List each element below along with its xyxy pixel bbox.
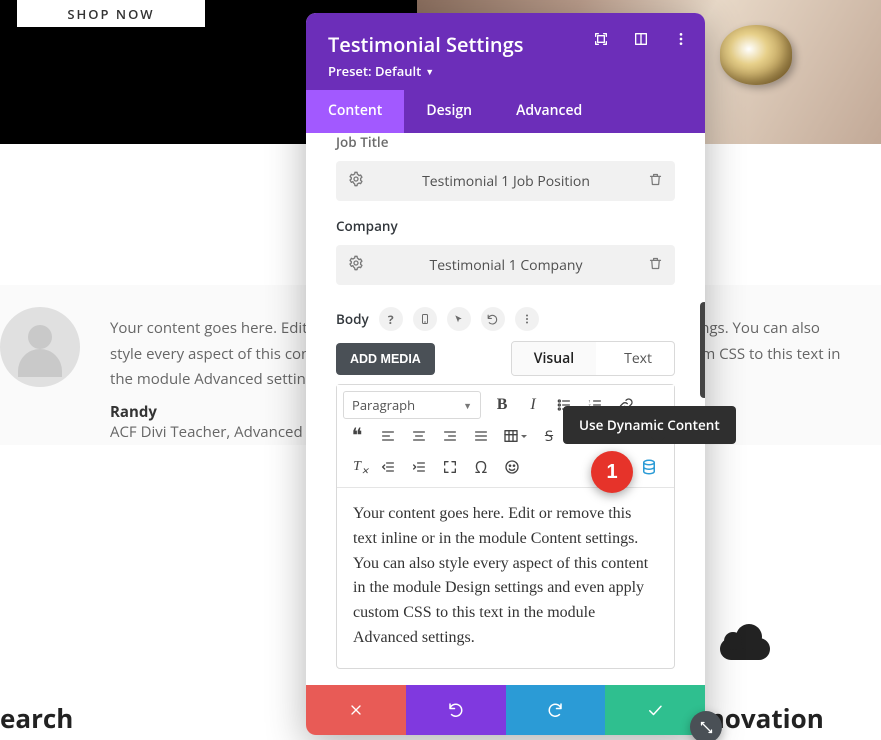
trash-icon[interactable] <box>648 170 663 192</box>
fullscreen-icon[interactable] <box>436 453 464 481</box>
dynamic-content-tooltip: Use Dynamic Content <box>563 406 736 444</box>
modal-tabs: Content Design Advanced <box>306 90 705 133</box>
align-center-icon[interactable] <box>405 422 433 450</box>
help-icon[interactable]: ? <box>379 307 403 331</box>
paragraph-format-select[interactable]: Paragraph ▼ <box>343 391 481 419</box>
strikethrough-icon[interactable]: S <box>535 422 563 450</box>
undo-icon[interactable] <box>481 307 505 331</box>
dynamic-content-icon[interactable] <box>640 458 658 476</box>
tab-visual[interactable]: Visual <box>512 342 596 375</box>
job-title-field[interactable]: Testimonial 1 Job Position <box>336 161 675 201</box>
testimonial-author-name: Randy <box>110 402 157 422</box>
gear-icon[interactable] <box>348 254 364 276</box>
body-label-row: Body ? <box>336 307 675 331</box>
special-char-icon[interactable]: Ω <box>467 453 495 481</box>
ring-image <box>720 25 792 85</box>
editor-content-area[interactable]: Your content goes here. Edit or remove t… <box>337 488 674 668</box>
align-justify-icon[interactable] <box>467 422 495 450</box>
bold-icon[interactable]: B <box>488 391 516 419</box>
outdent-icon[interactable] <box>374 453 402 481</box>
expand-icon[interactable] <box>593 31 609 47</box>
cloud-icon <box>720 638 770 660</box>
blockquote-icon[interactable]: ❝ <box>343 422 371 450</box>
align-left-icon[interactable] <box>374 422 402 450</box>
label-company: Company <box>336 217 675 235</box>
company-value: Testimonial 1 Company <box>372 256 640 275</box>
indent-icon[interactable] <box>405 453 433 481</box>
align-right-icon[interactable] <box>436 422 464 450</box>
add-media-button[interactable]: ADD MEDIA <box>336 343 435 375</box>
snap-columns-icon[interactable] <box>633 31 649 47</box>
tab-content[interactable]: Content <box>306 90 404 133</box>
shop-now-button[interactable]: SHOP NOW <box>17 0 205 27</box>
emoji-icon[interactable] <box>498 453 526 481</box>
scrollbar-thumb[interactable] <box>700 302 705 398</box>
avatar <box>0 307 80 387</box>
modal-footer <box>306 685 705 735</box>
format-label: Paragraph <box>352 396 415 414</box>
trash-icon[interactable] <box>648 254 663 276</box>
more-vert-icon[interactable] <box>673 31 689 47</box>
table-icon[interactable] <box>498 422 532 450</box>
job-title-value: Testimonial 1 Job Position <box>372 172 640 191</box>
company-field[interactable]: Testimonial 1 Company <box>336 245 675 285</box>
discard-button[interactable] <box>306 685 406 735</box>
hover-cursor-icon[interactable] <box>447 307 471 331</box>
clear-formatting-icon[interactable]: T✕ <box>343 453 371 481</box>
redo-button[interactable] <box>506 685 606 735</box>
gear-icon[interactable] <box>348 170 364 192</box>
tab-design[interactable]: Design <box>404 90 494 133</box>
more-vert-icon[interactable] <box>515 307 539 331</box>
resize-handle[interactable] <box>690 711 722 740</box>
modal-header[interactable]: Testimonial Settings Preset: Default ▼ <box>306 13 705 90</box>
preset-label: Preset: Default <box>328 62 421 80</box>
label-body: Body <box>336 310 369 328</box>
preset-dropdown[interactable]: Preset: Default ▼ <box>328 62 683 80</box>
responsive-mobile-icon[interactable] <box>413 307 437 331</box>
tab-advanced[interactable]: Advanced <box>494 90 604 133</box>
italic-icon[interactable]: I <box>519 391 547 419</box>
editor-mode-tabs: Visual Text <box>511 341 675 376</box>
tab-text[interactable]: Text <box>602 342 674 375</box>
feature-heading-search: earch <box>0 700 73 736</box>
caret-down-icon: ▼ <box>425 65 434 78</box>
chevron-down-icon: ▼ <box>463 399 472 412</box>
settings-modal: Testimonial Settings Preset: Default ▼ C… <box>306 13 705 735</box>
label-job-title: Job Title <box>336 133 675 151</box>
undo-button[interactable] <box>406 685 506 735</box>
